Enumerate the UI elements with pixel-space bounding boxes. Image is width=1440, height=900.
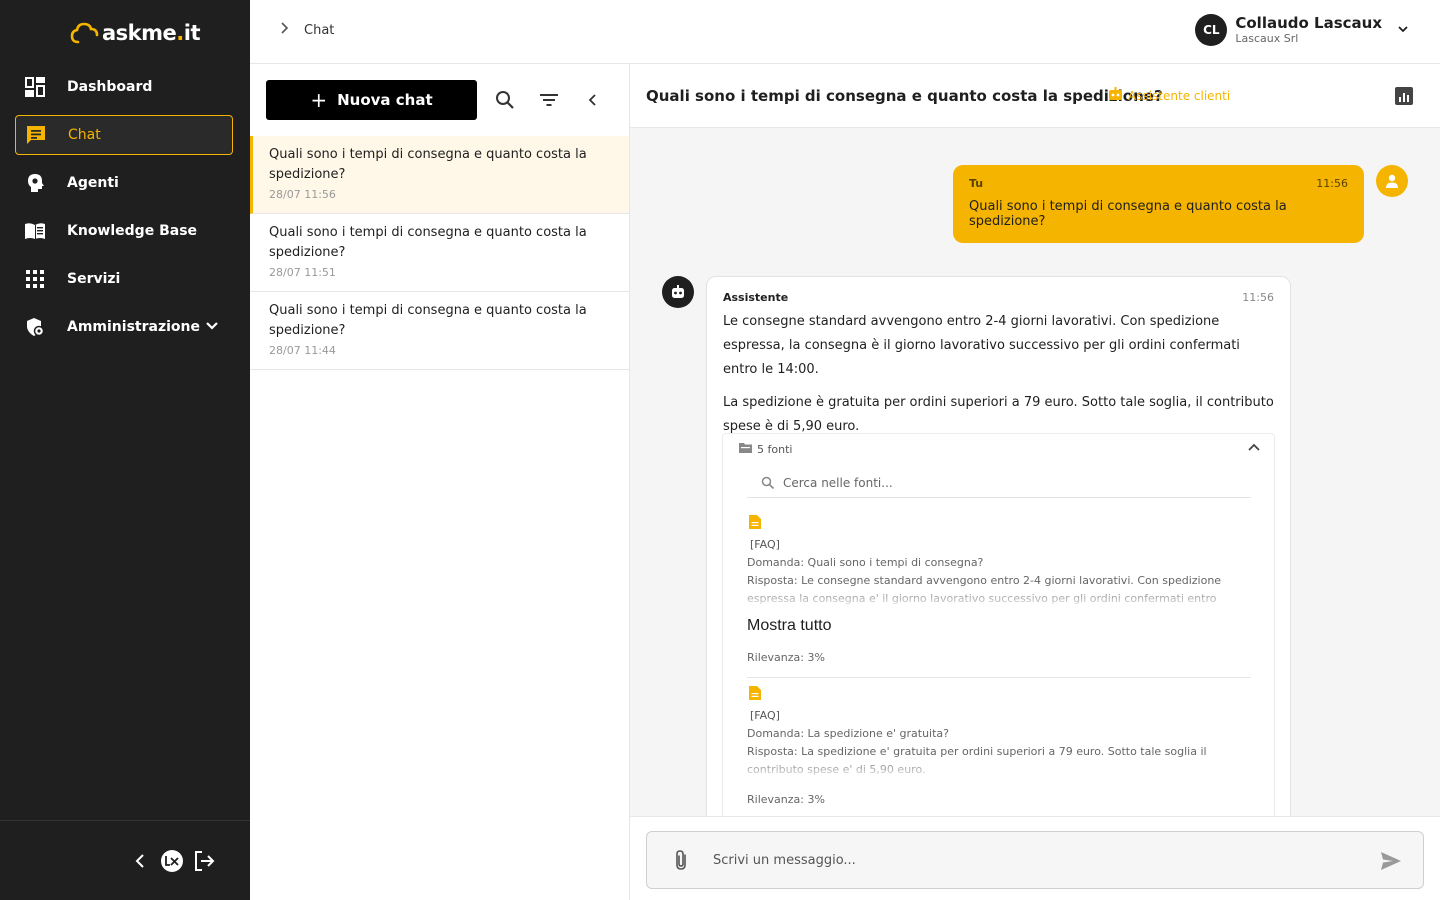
sidebar-item-label: Agenti	[67, 175, 119, 191]
cloud-logo-icon	[70, 22, 99, 44]
admin-shield-icon	[23, 315, 47, 339]
logo[interactable]: askme.it	[70, 18, 201, 48]
show-all-link[interactable]: Mostra tutto	[747, 617, 831, 635]
chevron-down-icon[interactable]	[1396, 21, 1410, 40]
source-answer: Risposta: Le consegne standard avvengono…	[747, 574, 1222, 605]
sidebar-item-dashboard[interactable]: Dashboard	[15, 67, 233, 107]
book-icon	[23, 219, 47, 243]
collapse-list-icon[interactable]	[581, 88, 605, 112]
plus-icon: +	[310, 88, 328, 112]
sidebar-item-label: Servizi	[67, 271, 121, 287]
collapse-sidebar-icon[interactable]	[128, 849, 152, 873]
user-org: Lascaux Srl	[1235, 32, 1299, 45]
sources-count: 5 fonti	[757, 442, 793, 456]
user-name: Collaudo Lascaux	[1235, 14, 1382, 32]
sources-search	[747, 468, 1251, 498]
breadcrumb: Chat	[278, 21, 334, 39]
conversation-title: Quali sono i tempi di consegna e quanto …	[269, 303, 587, 338]
sources-header[interactable]: 5 fonti	[739, 442, 792, 456]
sources-panel: 5 fonti [FAQ] Domanda: Quali sono i temp…	[722, 433, 1275, 816]
new-chat-button[interactable]: + Nuova chat	[266, 80, 477, 120]
conversation-item[interactable]: Quali sono i tempi di consegna e quanto …	[250, 214, 629, 292]
new-chat-label: Nuova chat	[337, 91, 433, 109]
source-relevance: Rilevanza: 3%	[747, 651, 825, 664]
message-time: 11:56	[1242, 291, 1274, 304]
source-item: [FAQ] Domanda: La spedizione e' gratuita…	[747, 685, 1251, 816]
message-paragraph: La spedizione è gratuita per ordini supe…	[723, 395, 1274, 434]
chat-header: Quali sono i tempi di consegna e quanto …	[630, 64, 1440, 128]
sidebar-item-chat[interactable]: Chat	[15, 115, 233, 155]
avatar: CL	[1195, 14, 1228, 46]
filter-icon[interactable]	[537, 88, 561, 112]
user-avatar-icon	[1376, 165, 1408, 197]
agent-head-icon	[23, 171, 47, 195]
composer-area	[630, 816, 1440, 900]
search-icon	[761, 476, 775, 490]
sidebar-item-label: Knowledge Base	[67, 223, 198, 239]
sidebar-item-label: Dashboard	[67, 79, 153, 95]
agent-badge[interactable]: Assistente clienti	[1108, 87, 1230, 104]
chevron-right-icon	[278, 21, 290, 39]
grid-icon	[23, 267, 47, 291]
chat-icon	[24, 123, 48, 147]
sources-search-input[interactable]	[783, 475, 1243, 490]
conversation-item[interactable]: Quali sono i tempi di consegna e quanto …	[250, 292, 629, 370]
source-tag: [FAQ]	[750, 709, 780, 722]
chat-title: Quali sono i tempi di consegna e quanto …	[646, 87, 1163, 105]
chevron-down-icon[interactable]	[203, 317, 221, 339]
sidebar-item-amministrazione[interactable]: Amministrazione	[15, 307, 233, 347]
search-icon[interactable]	[493, 88, 517, 112]
dashboard-icon	[23, 75, 47, 99]
source-question: Domanda: La spedizione e' gratuita?	[747, 727, 950, 740]
conversation-title: Quali sono i tempi di consegna e quanto …	[269, 225, 587, 260]
send-icon[interactable]	[1379, 849, 1403, 873]
message-author: Assistente	[723, 291, 789, 304]
lascaux-logo-icon[interactable]	[160, 849, 184, 873]
sidebar-item-servizi[interactable]: Servizi	[15, 259, 233, 299]
composer	[646, 831, 1424, 889]
message-time: 11:56	[1316, 177, 1348, 190]
document-icon	[749, 514, 761, 533]
assistant-message: Assistente 11:56 Le consegne standard av…	[706, 276, 1291, 816]
breadcrumb-current[interactable]: Chat	[304, 23, 334, 38]
conversation-date: 28/07 11:56	[269, 188, 336, 201]
bot-avatar-icon	[662, 276, 694, 308]
sidebar-footer	[0, 820, 250, 900]
user-message: Tu 11:56 Quali sono i tempi di consegna …	[953, 165, 1364, 243]
message-paragraph: Le consegne standard avvengono entro 2-4…	[723, 314, 1240, 377]
conversation-item[interactable]: Quali sono i tempi di consegna e quanto …	[250, 136, 629, 214]
agent-name: Assistente clienti	[1128, 88, 1231, 103]
sidebar-item-agenti[interactable]: Agenti	[15, 163, 233, 203]
logout-icon[interactable]	[192, 849, 216, 873]
messages-area[interactable]: Tu 11:56 Quali sono i tempi di consegna …	[630, 128, 1440, 816]
source-question: Domanda: Quali sono i tempi di consegna?	[747, 556, 984, 569]
logo-text: askme.it	[102, 21, 201, 45]
message-author: Tu	[969, 177, 984, 190]
document-icon	[749, 685, 761, 704]
source-tag: [FAQ]	[750, 538, 780, 551]
message-input[interactable]	[713, 852, 1343, 868]
stats-icon[interactable]	[1394, 86, 1414, 106]
source-answer: Risposta: La spedizione e' gratuita per …	[747, 745, 1207, 776]
folder-icon	[739, 442, 752, 456]
sidebar: askme.it Dashboard Chat Agenti Knowledge…	[0, 0, 250, 900]
chevron-up-icon[interactable]	[1246, 440, 1262, 460]
sidebar-item-label: Amministrazione	[67, 319, 200, 335]
user-menu[interactable]: CL Collaudo Lascaux Lascaux Srl	[1195, 14, 1410, 46]
sidebar-item-label: Chat	[68, 127, 101, 143]
conversation-title: Quali sono i tempi di consegna e quanto …	[269, 147, 587, 182]
source-item: [FAQ] Domanda: Quali sono i tempi di con…	[747, 514, 1251, 678]
conversation-date: 28/07 11:44	[269, 344, 336, 357]
chat-list-panel: + Nuova chat Quali sono i tempi di conse…	[250, 64, 630, 900]
robot-icon	[1108, 87, 1123, 104]
sidebar-item-knowledge-base[interactable]: Knowledge Base	[15, 211, 233, 251]
message-text: Quali sono i tempi di consegna e quanto …	[969, 199, 1287, 229]
source-relevance: Rilevanza: 3%	[747, 793, 825, 806]
topbar: Chat CL Collaudo Lascaux Lascaux Srl	[250, 0, 1440, 64]
paperclip-icon[interactable]	[669, 848, 693, 872]
conversation-date: 28/07 11:51	[269, 266, 336, 279]
